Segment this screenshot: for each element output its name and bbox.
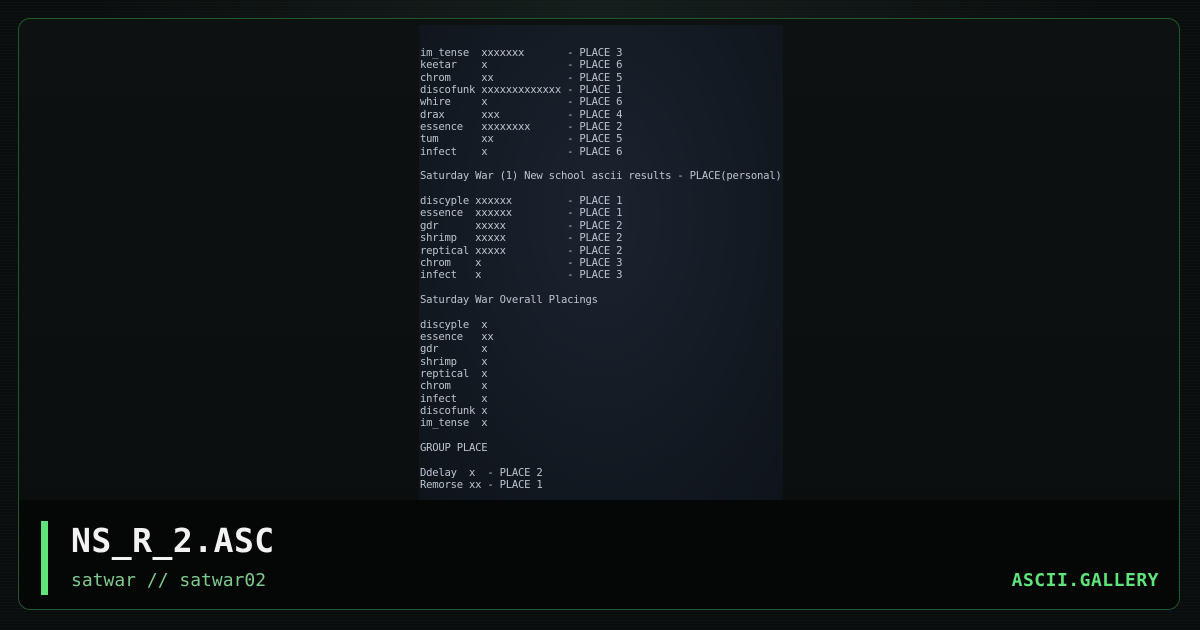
card-frame: im_tense xxxxxxx - PLACE 3 keetar x - PL… — [18, 18, 1180, 610]
ascii-art-text: im_tense xxxxxxx - PLACE 3 keetar x - PL… — [420, 47, 782, 492]
accent-bar — [41, 521, 48, 595]
ascii-art-preview[interactable]: im_tense xxxxxxx - PLACE 3 keetar x - PL… — [419, 25, 783, 501]
brand-logo[interactable]: ASCII.GALLERY — [1012, 570, 1159, 592]
file-subtitle: satwar // satwar02 — [71, 570, 267, 591]
file-title: NS_R_2.ASC — [71, 521, 275, 560]
card-footer: NS_R_2.ASC satwar // satwar02 ASCII.GALL… — [19, 500, 1179, 609]
